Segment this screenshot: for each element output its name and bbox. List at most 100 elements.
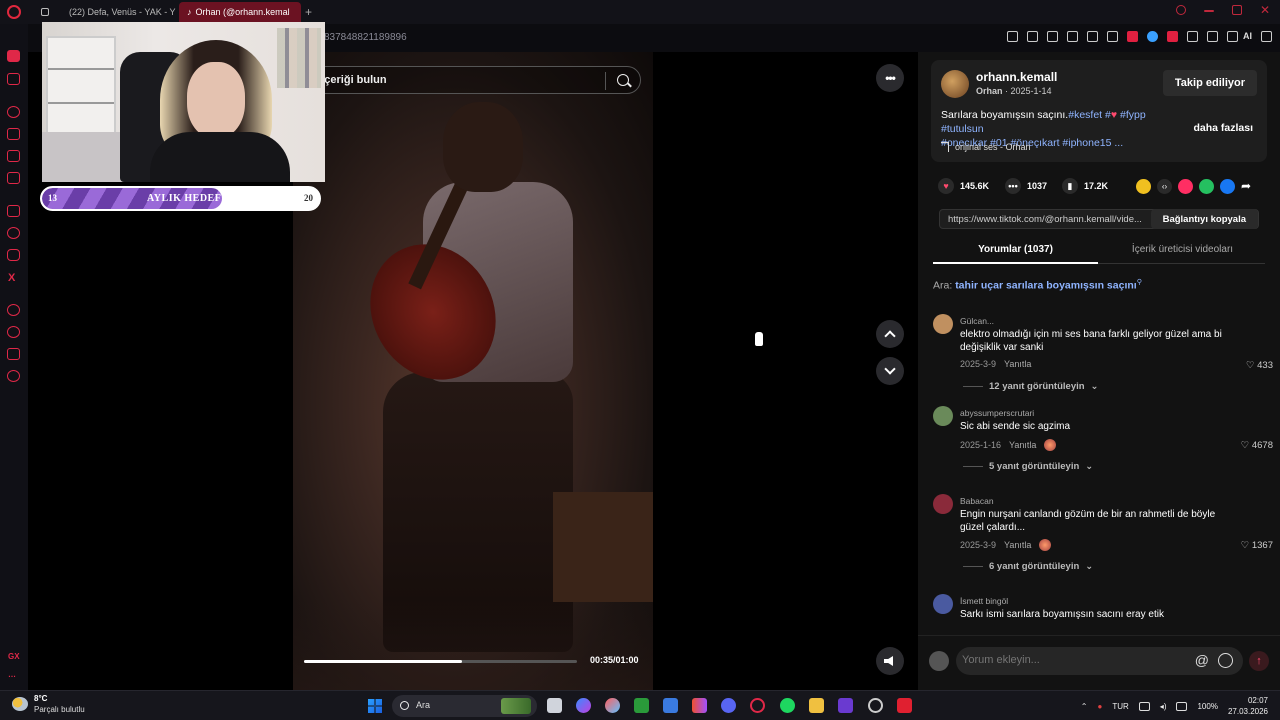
- home-icon[interactable]: [7, 50, 20, 62]
- heart-icon[interactable]: [1107, 31, 1118, 42]
- reply-button[interactable]: Yanıtla: [1009, 440, 1036, 450]
- clock[interactable]: 02:07 27.03.2026: [1228, 695, 1268, 717]
- battery-icon[interactable]: [1176, 701, 1188, 711]
- tab-comments[interactable]: Yorumlar (1037): [933, 244, 1098, 255]
- next-video-button[interactable]: [876, 357, 904, 385]
- caption-tags-a[interactable]: #kesfet #: [1068, 109, 1111, 121]
- share-arrow-icon[interactable]: ➦: [1241, 179, 1256, 194]
- extension-blue-icon[interactable]: [1147, 31, 1158, 42]
- show-more-link[interactable]: daha fazlası: [1193, 122, 1253, 134]
- video-player[interactable]: [293, 52, 653, 690]
- comment-field[interactable]: @: [956, 647, 1243, 675]
- tab-creator-videos[interactable]: İçerik üreticisi videoları: [1100, 244, 1265, 255]
- comment-avatar[interactable]: [933, 314, 953, 334]
- twitch-icon[interactable]: [7, 205, 20, 217]
- bookmark-icon[interactable]: [1007, 31, 1018, 42]
- play-icon[interactable]: [1087, 31, 1098, 42]
- following-button[interactable]: Takip ediliyor: [1162, 70, 1257, 96]
- translate-icon[interactable]: [1067, 31, 1078, 42]
- menu-icon[interactable]: [1261, 31, 1272, 42]
- comment-avatar[interactable]: [933, 594, 953, 614]
- comment-like-button[interactable]: ♡ 1367: [1241, 540, 1273, 551]
- search-query[interactable]: tahir uçar sarılara boyamışsın saçını: [955, 280, 1137, 292]
- coin-icon[interactable]: [1136, 179, 1151, 194]
- volume-button[interactable]: [876, 647, 904, 675]
- comment-avatar[interactable]: [933, 406, 953, 426]
- wallet-icon[interactable]: [7, 150, 20, 162]
- weather-icon[interactable]: [12, 697, 28, 711]
- discord-icon[interactable]: [721, 698, 736, 713]
- bag-icon[interactable]: [7, 128, 20, 140]
- obs-icon[interactable]: [868, 698, 883, 713]
- xbox-icon[interactable]: [634, 698, 649, 713]
- search-suggestion[interactable]: Ara: tahir uçar sarılara boyamışsın saçı…: [933, 278, 1142, 292]
- aria-ai-button[interactable]: AI: [1243, 31, 1252, 42]
- sound-link[interactable]: orijinal ses - Orhan: [941, 142, 1031, 152]
- video-progress-bar[interactable]: [304, 660, 577, 663]
- color-app-icon[interactable]: [605, 698, 620, 713]
- comment-like-button[interactable]: ♡ 433: [1246, 360, 1273, 371]
- facebook-share-icon[interactable]: [1220, 179, 1235, 194]
- mention-icon[interactable]: @: [1195, 652, 1209, 668]
- url-text[interactable]: 837848821189896: [324, 32, 407, 43]
- figma-icon[interactable]: [692, 698, 707, 713]
- search-tabs-icon[interactable]: [1176, 5, 1186, 15]
- comment-avatar[interactable]: [933, 494, 953, 514]
- language-indicator[interactable]: TUR: [1112, 702, 1128, 711]
- store-icon[interactable]: [663, 698, 678, 713]
- opera-logo-icon[interactable]: [7, 5, 21, 19]
- whatsapp-icon[interactable]: [7, 227, 20, 239]
- comment-like-button[interactable]: ♡ 4678: [1241, 440, 1273, 451]
- author-username[interactable]: orhann.kemall: [976, 70, 1057, 84]
- taskbar-search[interactable]: Ara: [392, 695, 537, 717]
- copilot-icon[interactable]: [576, 698, 591, 713]
- download-icon[interactable]: [1227, 31, 1238, 42]
- tray-overflow-icon[interactable]: ⌃: [1081, 702, 1088, 711]
- instagram-icon[interactable]: [7, 249, 20, 261]
- history-icon[interactable]: [7, 326, 20, 338]
- settings-icon[interactable]: [7, 370, 20, 382]
- gaming-icon[interactable]: [7, 73, 20, 85]
- speed-icon[interactable]: [7, 106, 20, 118]
- save-button[interactable]: ▮ 17.2K: [1062, 178, 1108, 194]
- view-replies-button[interactable]: 6 yanıt görüntüleyin ⌄: [963, 561, 1093, 572]
- previous-video-button[interactable]: [876, 320, 904, 348]
- view-replies-button[interactable]: 5 yanıt görüntüleyin ⌄: [963, 461, 1093, 472]
- maximize-icon[interactable]: [1232, 5, 1242, 15]
- spotify-icon[interactable]: [780, 698, 795, 713]
- comment-button[interactable]: ••• 1037: [1005, 178, 1047, 194]
- recording-app-icon[interactable]: [897, 698, 912, 713]
- comment-username[interactable]: Gülcan...: [960, 316, 994, 326]
- comment-username[interactable]: abyssumperscrutari: [960, 408, 1034, 418]
- task-view-icon[interactable]: [547, 698, 562, 713]
- music-icon[interactable]: [7, 304, 20, 316]
- close-icon[interactable]: ✕: [1260, 4, 1270, 16]
- author-avatar[interactable]: [941, 70, 969, 98]
- volume-icon[interactable]: ◂): [1160, 702, 1167, 711]
- puzzle-icon[interactable]: [1187, 31, 1198, 42]
- view-replies-button[interactable]: 12 yanıt görüntüleyin ⌄: [963, 381, 1099, 392]
- file-explorer-icon[interactable]: [809, 698, 824, 713]
- comment-username[interactable]: Babacan: [960, 496, 994, 506]
- x-icon[interactable]: X: [8, 272, 15, 284]
- copy-link-button[interactable]: Bağlantıyı kopyala: [1150, 209, 1258, 229]
- windows-start-icon[interactable]: [368, 699, 382, 713]
- like-button[interactable]: ♥ 145.6K: [938, 178, 989, 194]
- search-icon[interactable]: [617, 74, 629, 86]
- tab-youtube[interactable]: (22) Defa, Venüs - YAK - Y: [57, 2, 179, 22]
- more-options-button[interactable]: •••: [876, 64, 904, 92]
- more-icon[interactable]: …: [8, 670, 16, 679]
- snapshot-icon[interactable]: [1027, 31, 1038, 42]
- minimize-icon[interactable]: [1204, 10, 1214, 12]
- whatsapp-share-icon[interactable]: [1199, 179, 1214, 194]
- extension-red-icon[interactable]: [1127, 31, 1138, 42]
- tab-workspaces[interactable]: [33, 2, 57, 22]
- network-icon[interactable]: [1138, 701, 1150, 711]
- post-link[interactable]: https://www.tiktok.com/@orhann.kemall/vi…: [948, 214, 1148, 225]
- comment-username[interactable]: İsmett bingöl: [960, 596, 1008, 606]
- comment-input[interactable]: [962, 654, 1182, 666]
- photo-app-icon[interactable]: [838, 698, 853, 713]
- send-comment-button[interactable]: ↑: [1249, 651, 1269, 671]
- extensions-icon[interactable]: [7, 348, 20, 360]
- embed-icon[interactable]: ‹›: [1157, 179, 1172, 194]
